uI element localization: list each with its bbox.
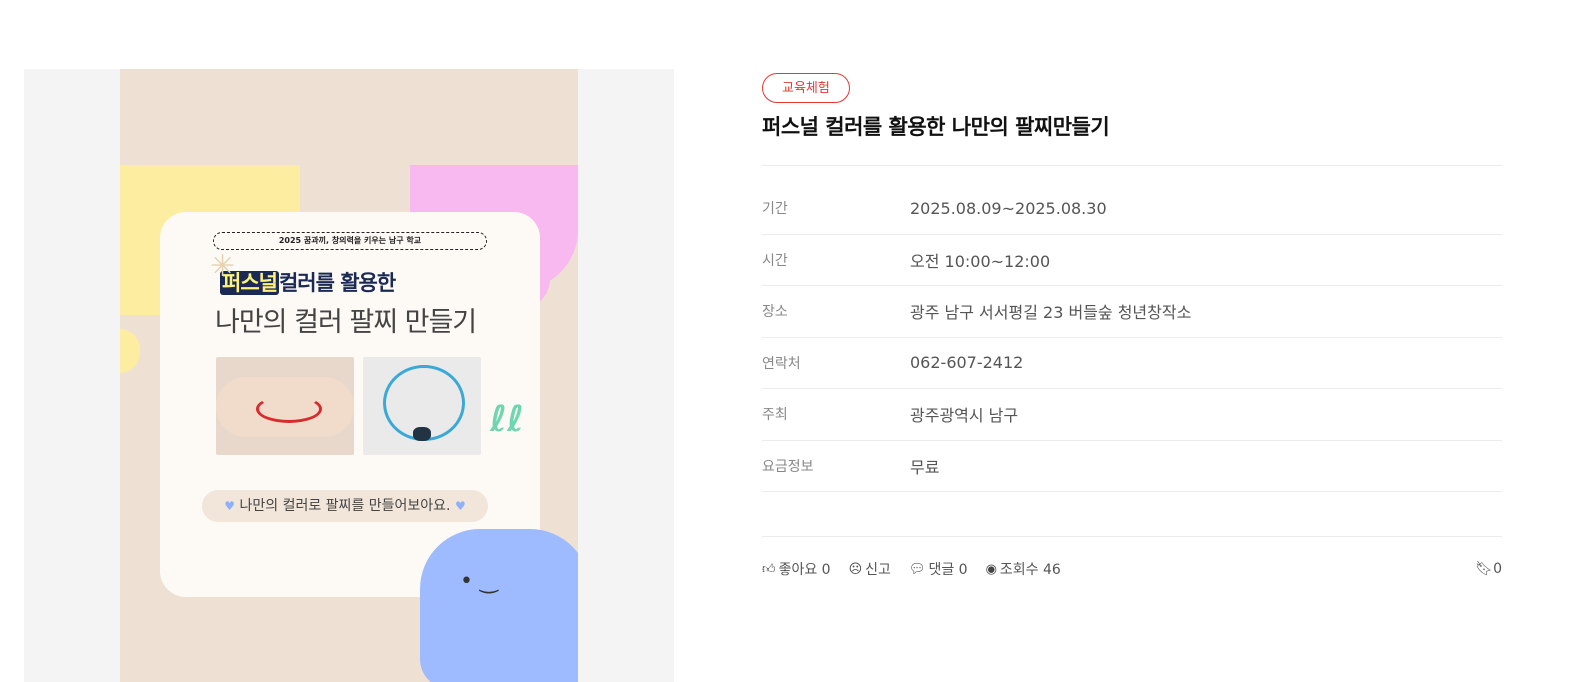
poster-caption-pill: ♥ 나만의 컬러로 팔찌를 만들어보아요. ♥ (202, 490, 488, 522)
bookmark-count: 0 (1493, 561, 1502, 577)
info-value: 오전 10:00~12:00 (910, 251, 1051, 271)
frown-face-icon: ☹ (848, 561, 863, 577)
event-title: 퍼스널 컬러를 활용한 나만의 팔찌만들기 (762, 115, 1110, 139)
heart-icon: ♥ (224, 499, 236, 513)
divider (762, 165, 1502, 166)
squiggle-decoration-icon: ℓℓ (490, 399, 524, 440)
info-value: 062-607-2412 (910, 353, 1024, 373)
info-value: 무료 (910, 457, 940, 477)
info-label: 기간 (762, 201, 788, 218)
info-label: 연락처 (762, 355, 801, 372)
event-poster-image: 2025 꿈과끼, 창의력을 키우는 남구 학교 퍼스널컬러를 활용한 나만의 … (120, 69, 578, 682)
poster-subtitle: 2025 꿈과끼, 창의력을 키우는 남구 학교 (213, 232, 487, 250)
info-label: 주최 (762, 407, 788, 424)
info-row-location: 장소 광주 남구 서서평길 23 버들숲 청년창작소 (762, 286, 1502, 338)
heart-icon: ♥ (454, 499, 466, 513)
eye-icon: ◉ (985, 561, 997, 577)
smiley-face-icon: • ‿ (460, 569, 498, 594)
event-detail: 교육체험 퍼스널 컬러를 활용한 나만의 팔찌만들기 기간 2025.08.09… (762, 73, 1502, 578)
poster-yellow-shape-small (120, 329, 140, 373)
poster-blue-cloud-shape: • ‿ (420, 529, 578, 682)
event-info-table: 기간 2025.08.09~2025.08.30 시간 오전 10:00~12:… (762, 183, 1502, 492)
info-label: 요금정보 (762, 458, 814, 475)
info-label: 장소 (762, 304, 788, 321)
thumbs-up-icon: 👍︎ (762, 561, 776, 577)
speech-bubble-icon: 💬︎ (908, 561, 926, 577)
info-row-contact: 연락처 062-607-2412 (762, 338, 1502, 389)
action-bar: 👍︎ 좋아요 0 ☹ 신고 💬︎ 댓글 0 ◉ 조회수 46 🔖︎ 0 (762, 559, 1502, 579)
info-value: 2025.08.09~2025.08.30 (910, 198, 1107, 218)
info-row-time: 시간 오전 10:00~12:00 (762, 235, 1502, 286)
bookmark-button[interactable]: 🔖︎ 0 (1475, 561, 1502, 577)
report-label: 신고 (865, 562, 891, 578)
poster-headline-main: 나만의 컬러 팔찌 만들기 (215, 307, 477, 338)
poster-charm-shape (413, 427, 431, 441)
report-button[interactable]: ☹ 신고 (849, 559, 891, 579)
comment-button[interactable]: 💬︎ 댓글 0 (909, 559, 968, 579)
like-button[interactable]: 👍︎ 좋아요 0 (762, 559, 831, 579)
poster-photo-red-bracelet (216, 357, 354, 455)
like-label: 좋아요 0 (778, 562, 831, 578)
info-value: 광주 남구 서서평길 23 버들숲 청년창작소 (910, 303, 1192, 323)
poster-headline: 퍼스널컬러를 활용한 (220, 267, 396, 297)
info-row-fee: 요금정보 무료 (762, 441, 1502, 492)
category-tag[interactable]: 교육체험 (762, 73, 850, 103)
poster-caption: 나만의 컬러로 팔찌를 만들어보아요. (239, 498, 451, 514)
poster-headline-rest: 컬러를 활용한 (278, 271, 396, 295)
event-poster-panel: 2025 꿈과끼, 창의력을 키우는 남구 학교 퍼스널컬러를 활용한 나만의 … (24, 69, 674, 682)
sparkle-decoration-icon: ✳ (210, 249, 236, 284)
divider (762, 536, 1502, 537)
comment-label: 댓글 0 (928, 562, 968, 578)
views-count: ◉ 조회수 46 (986, 559, 1061, 579)
poster-red-bracelet-shape (256, 395, 322, 423)
info-label: 시간 (762, 252, 788, 269)
poster-photo-blue-bracelet (363, 357, 481, 455)
bookmark-icon: 🔖︎ (1475, 561, 1494, 577)
info-row-host: 주최 광주광역시 남구 (762, 389, 1502, 441)
info-row-period: 기간 2025.08.09~2025.08.30 (762, 183, 1502, 235)
info-value: 광주광역시 남구 (910, 406, 1019, 426)
views-label: 조회수 46 (999, 562, 1061, 578)
